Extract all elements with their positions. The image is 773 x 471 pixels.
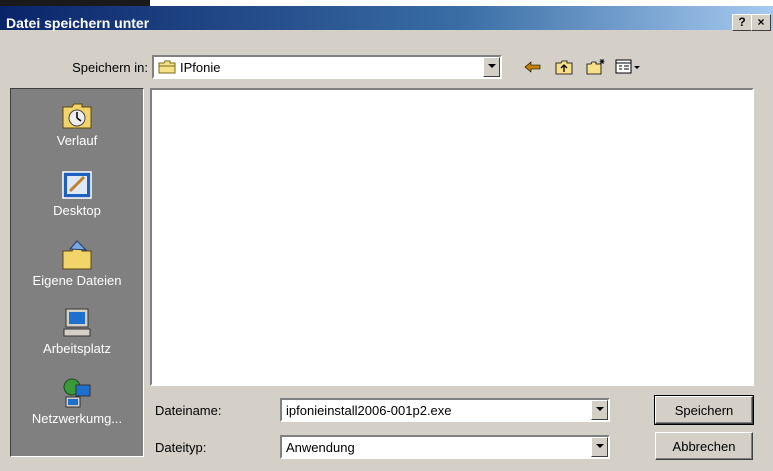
save-button[interactable]: Speichern <box>654 395 754 425</box>
my-computer-icon <box>60 307 94 339</box>
chevron-down-icon[interactable] <box>483 57 500 77</box>
close-button[interactable]: × <box>751 14 771 31</box>
chevron-down-icon[interactable] <box>591 400 608 420</box>
places-item-my-documents[interactable]: Eigene Dateien <box>11 239 143 288</box>
filename-input[interactable]: ipfonieinstall2006-001p2.exe <box>280 398 610 422</box>
places-label: Arbeitsplatz <box>43 341 111 356</box>
places-item-my-computer[interactable]: Arbeitsplatz <box>11 307 143 356</box>
window-title: Datei speichern unter <box>6 15 150 31</box>
history-icon <box>60 99 94 131</box>
filetype-label: Dateityp: <box>155 440 207 455</box>
save-in-dropdown[interactable]: IPfonie <box>152 55 502 79</box>
places-label: Netzwerkumg... <box>31 411 123 426</box>
network-icon <box>60 377 94 409</box>
places-label: Verlauf <box>56 133 98 148</box>
my-documents-icon <box>60 239 94 271</box>
cancel-button[interactable]: Abbrechen <box>655 432 753 460</box>
filename-label: Dateiname: <box>155 403 222 418</box>
new-folder-icon[interactable] <box>584 56 608 78</box>
places-item-desktop[interactable]: Desktop <box>11 169 143 218</box>
desktop-icon <box>60 169 94 201</box>
filetype-value: Anwendung <box>286 440 355 455</box>
places-bar: Verlauf Desktop Eigene Dateien Arbeitspl… <box>10 88 144 457</box>
back-icon[interactable] <box>521 56 545 78</box>
places-item-history[interactable]: Verlauf <box>11 99 143 148</box>
file-list[interactable] <box>150 88 754 386</box>
save-in-label: Speichern in: <box>72 60 148 75</box>
top-strip <box>0 0 773 6</box>
folder-icon <box>158 60 176 74</box>
view-menu-icon[interactable] <box>614 56 644 78</box>
help-button[interactable]: ? <box>732 14 752 31</box>
save-in-value: IPfonie <box>180 60 221 75</box>
folder-up-icon[interactable] <box>552 56 576 78</box>
filename-value: ipfonieinstall2006-001p2.exe <box>286 403 452 418</box>
places-label: Desktop <box>53 203 101 218</box>
places-label: Eigene Dateien <box>32 273 122 288</box>
places-item-network[interactable]: Netzwerkumg... <box>11 377 143 426</box>
filetype-dropdown[interactable]: Anwendung <box>280 435 610 459</box>
chevron-down-icon[interactable] <box>591 437 608 457</box>
